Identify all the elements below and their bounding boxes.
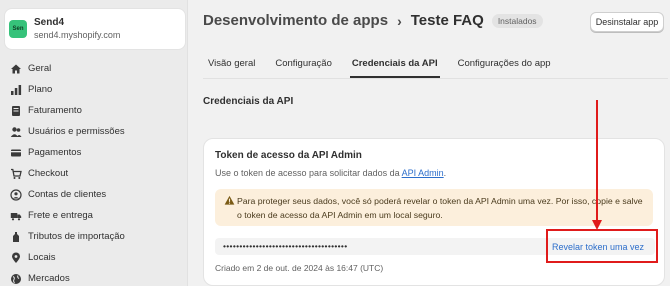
card-description-end: .	[443, 168, 447, 178]
settings-nav: Geral Plano Faturamento Usuários e permi…	[0, 58, 186, 286]
sidebar-item-contas-clientes[interactable]: Contas de clientes	[0, 184, 186, 205]
receipt-icon	[10, 105, 22, 117]
store-logo: Sen	[9, 20, 27, 38]
sidebar-item-locais[interactable]: Locais	[0, 247, 186, 268]
section-title: Credenciais da API	[203, 96, 294, 107]
admin-api-token-card: Token de acesso da API Admin Use o token…	[203, 138, 665, 286]
tab-configuracoes-app[interactable]: Configurações do app	[458, 48, 551, 78]
sidebar-item-checkout[interactable]: Checkout	[0, 163, 186, 184]
card-description-text: Use o token de acesso para solicitar dad…	[215, 168, 402, 178]
created-timestamp: Criado em 2 de out. de 2024 às 16:47 (UT…	[215, 263, 384, 273]
warning-text: Para proteger seus dados, você só poderá…	[237, 196, 643, 220]
sidebar-item-label: Frete e entrega	[28, 210, 93, 221]
cart-icon	[10, 168, 22, 180]
globe-icon	[10, 273, 22, 285]
sidebar-item-pagamentos[interactable]: Pagamentos	[0, 142, 186, 163]
sidebar-item-faturamento[interactable]: Faturamento	[0, 100, 186, 121]
breadcrumb-separator-icon: ›	[397, 12, 402, 29]
person-icon	[10, 188, 22, 201]
home-icon	[10, 63, 22, 75]
sidebar-item-label: Pagamentos	[28, 147, 82, 158]
settings-sidebar: Sen Send4 send4.myshopify.com Geral Plan…	[0, 0, 188, 286]
sidebar-item-label: Geral	[28, 63, 52, 74]
tab-credenciais-api[interactable]: Credenciais da API	[349, 48, 440, 78]
card-title: Token de acesso da API Admin	[215, 150, 362, 161]
page-title: Teste FAQ	[410, 12, 484, 29]
uninstall-app-button[interactable]: Desinstalar app	[590, 12, 664, 32]
pin-icon	[10, 252, 22, 264]
tabs-divider	[203, 78, 668, 79]
sidebar-item-plano[interactable]: Plano	[0, 79, 186, 100]
sidebar-item-geral[interactable]: Geral	[0, 58, 186, 79]
warning-banner: Para proteger seus dados, você só poderá…	[215, 189, 653, 226]
tab-configuracao[interactable]: Configuração	[275, 48, 332, 78]
users-icon	[10, 126, 22, 138]
store-domain: send4.myshopify.com	[34, 30, 121, 40]
tab-bar: Visão geral Configuração Credenciais da …	[208, 48, 571, 78]
truck-icon	[10, 210, 22, 222]
sidebar-item-tributos[interactable]: Tributos de importação	[0, 226, 186, 247]
sidebar-item-label: Locais	[28, 252, 56, 263]
card-icon	[10, 147, 22, 159]
store-switcher[interactable]: Sen Send4 send4.myshopify.com	[4, 8, 186, 50]
main-content: Desenvolvimento de apps › Teste FAQ Inst…	[188, 0, 670, 286]
sidebar-item-label: Contas de clientes	[28, 189, 107, 200]
card-description: Use o token de acesso para solicitar dad…	[215, 168, 446, 178]
status-badge: Instalados	[491, 13, 543, 28]
masked-token: ••••••••••••••••••••••••••••••••••••••	[223, 241, 348, 251]
admin-api-link[interactable]: API Admin	[402, 168, 444, 178]
store-name: Send4	[34, 17, 65, 28]
chart-bars-icon	[10, 84, 22, 96]
breadcrumb: Desenvolvimento de apps › Teste FAQ Inst…	[203, 12, 543, 29]
sidebar-item-label: Tributos de importação	[28, 231, 125, 242]
sidebar-item-label: Checkout	[28, 168, 69, 179]
sidebar-item-label: Usuários e permissões	[28, 126, 125, 137]
duty-icon	[10, 231, 22, 243]
reveal-token-button[interactable]: Revelar token uma vez	[552, 242, 645, 252]
sidebar-item-mercados[interactable]: Mercados	[0, 268, 186, 286]
warning-icon	[224, 195, 235, 205]
sidebar-item-label: Faturamento	[28, 105, 82, 116]
tab-visao-geral[interactable]: Visão geral	[208, 48, 255, 78]
sidebar-item-frete[interactable]: Frete e entrega	[0, 205, 186, 226]
sidebar-item-usuarios[interactable]: Usuários e permissões	[0, 121, 186, 142]
breadcrumb-parent[interactable]: Desenvolvimento de apps	[203, 12, 388, 29]
sidebar-item-label: Plano	[28, 84, 53, 95]
sidebar-item-label: Mercados	[28, 273, 70, 284]
